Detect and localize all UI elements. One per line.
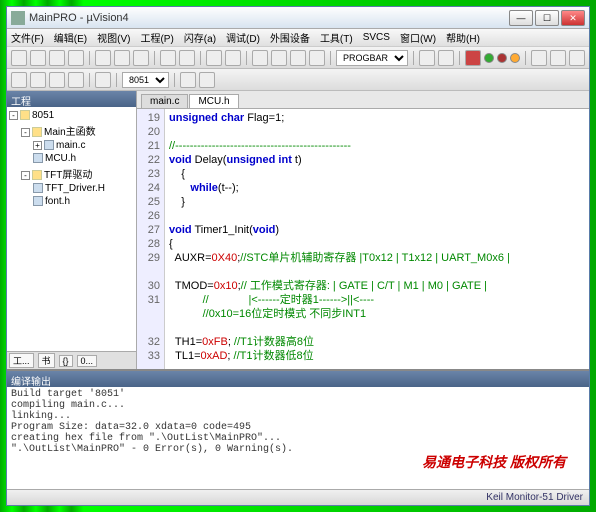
window-icon[interactable]	[531, 50, 547, 66]
menu-edit[interactable]: 编辑(E)	[54, 30, 87, 45]
debug-icon[interactable]	[465, 50, 481, 66]
menu-file[interactable]: 文件(F)	[11, 30, 44, 45]
menu-window[interactable]: 窗口(W)	[400, 30, 436, 45]
tab-mcu-h[interactable]: MCU.h	[189, 94, 238, 108]
output-text[interactable]: Build target '8051' compiling main.c... …	[7, 387, 589, 489]
watermark: 易通电子科技 版权所有	[422, 452, 566, 472]
manage-icon[interactable]	[199, 72, 215, 88]
target-select[interactable]: PROGBAR	[336, 50, 408, 66]
cut-icon[interactable]	[95, 50, 111, 66]
bookmark-prev-icon[interactable]	[290, 50, 306, 66]
editor-tabs: main.c MCU.h	[137, 91, 589, 109]
menu-debug[interactable]: 调试(D)	[226, 30, 260, 45]
minimize-button[interactable]: —	[509, 10, 533, 26]
sidebar-tabs: 工... 书 {} 0...	[7, 351, 136, 369]
toolbar-2: 8051	[7, 69, 589, 91]
redo-icon[interactable]	[179, 50, 195, 66]
maximize-button[interactable]: ☐	[535, 10, 559, 26]
bookmark-icon[interactable]	[252, 50, 268, 66]
sidetab-templates[interactable]: 0...	[77, 355, 98, 367]
breakpoint-disable-icon[interactable]	[497, 53, 507, 63]
tree-file-main-c[interactable]: +main.c	[9, 139, 134, 152]
app-icon	[11, 11, 25, 25]
bookmark-clear-icon[interactable]	[309, 50, 325, 66]
sidetab-functions[interactable]: {}	[59, 355, 73, 367]
code-editor[interactable]: 1920212223242526272829 3031 3233 3435 un…	[137, 109, 589, 369]
sidetab-books[interactable]: 书	[38, 353, 55, 368]
tree-file-tftdriver[interactable]: TFT_Driver.H	[9, 182, 134, 195]
titlebar: MainPRO - µVision4 — ☐ ✕	[7, 7, 589, 29]
sidebar-header: 工程	[7, 91, 136, 107]
new-icon[interactable]	[11, 50, 27, 66]
saveall-icon[interactable]	[68, 50, 84, 66]
sidetab-project[interactable]: 工...	[9, 353, 34, 368]
build-icon[interactable]	[11, 72, 27, 88]
toolbar-1: PROGBAR	[7, 47, 589, 69]
config-icon[interactable]	[550, 50, 566, 66]
menubar: 文件(F) 编辑(E) 视图(V) 工程(P) 闪存(a) 调试(D) 外围设备…	[7, 29, 589, 47]
target-select-2[interactable]: 8051	[122, 72, 169, 88]
stopbuild-icon[interactable]	[68, 72, 84, 88]
status-driver: Keil Monitor-51 Driver	[486, 492, 583, 503]
editor-area: main.c MCU.h 1920212223242526272829 3031…	[137, 91, 589, 369]
code-text[interactable]: unsigned char Flag=1; //----------------…	[165, 109, 589, 369]
tab-main-c[interactable]: main.c	[141, 94, 188, 108]
tools-icon[interactable]	[569, 50, 585, 66]
find-icon[interactable]	[419, 50, 435, 66]
tree-file-mcu-h[interactable]: MCU.h	[9, 152, 134, 165]
indent-icon[interactable]	[206, 50, 222, 66]
line-gutter: 1920212223242526272829 3031 3233 3435	[137, 109, 165, 369]
rebuild-icon[interactable]	[30, 72, 46, 88]
menu-flash[interactable]: 闪存(a)	[184, 30, 216, 45]
breakpoint-kill-icon[interactable]	[510, 53, 520, 63]
undo-icon[interactable]	[160, 50, 176, 66]
menu-project[interactable]: 工程(P)	[140, 30, 173, 45]
bookmark-next-icon[interactable]	[271, 50, 287, 66]
breakpoint-insert-icon[interactable]	[484, 53, 494, 63]
menu-help[interactable]: 帮助(H)	[446, 30, 480, 45]
menu-view[interactable]: 视图(V)	[97, 30, 130, 45]
statusbar: Keil Monitor-51 Driver	[7, 489, 589, 505]
project-sidebar: 工程 -8051 -Main主函数 +main.c MCU.h -TFT屏驱动 …	[7, 91, 137, 369]
menu-svcs[interactable]: SVCS	[363, 32, 390, 43]
download-icon[interactable]	[95, 72, 111, 88]
menu-tools[interactable]: 工具(T)	[320, 30, 353, 45]
main-area: 工程 -8051 -Main主函数 +main.c MCU.h -TFT屏驱动 …	[7, 91, 589, 369]
outdent-icon[interactable]	[225, 50, 241, 66]
paste-icon[interactable]	[133, 50, 149, 66]
open-icon[interactable]	[30, 50, 46, 66]
tree-file-font[interactable]: font.h	[9, 195, 134, 208]
menu-peripherals[interactable]: 外围设备	[270, 30, 310, 45]
window-title: MainPRO - µVision4	[29, 12, 509, 24]
replace-icon[interactable]	[438, 50, 454, 66]
batchbuild-icon[interactable]	[49, 72, 65, 88]
tree-root[interactable]: -8051	[9, 109, 134, 122]
save-icon[interactable]	[49, 50, 65, 66]
output-header: 编译输出	[7, 371, 589, 387]
copy-icon[interactable]	[114, 50, 130, 66]
options-icon[interactable]	[180, 72, 196, 88]
app-window: MainPRO - µVision4 — ☐ ✕ 文件(F) 编辑(E) 视图(…	[6, 6, 590, 506]
tree-group-main[interactable]: -Main主函数	[9, 122, 134, 139]
close-button[interactable]: ✕	[561, 10, 585, 26]
tree-group-tft[interactable]: -TFT屏驱动	[9, 165, 134, 182]
project-tree[interactable]: -8051 -Main主函数 +main.c MCU.h -TFT屏驱动 TFT…	[7, 107, 136, 351]
